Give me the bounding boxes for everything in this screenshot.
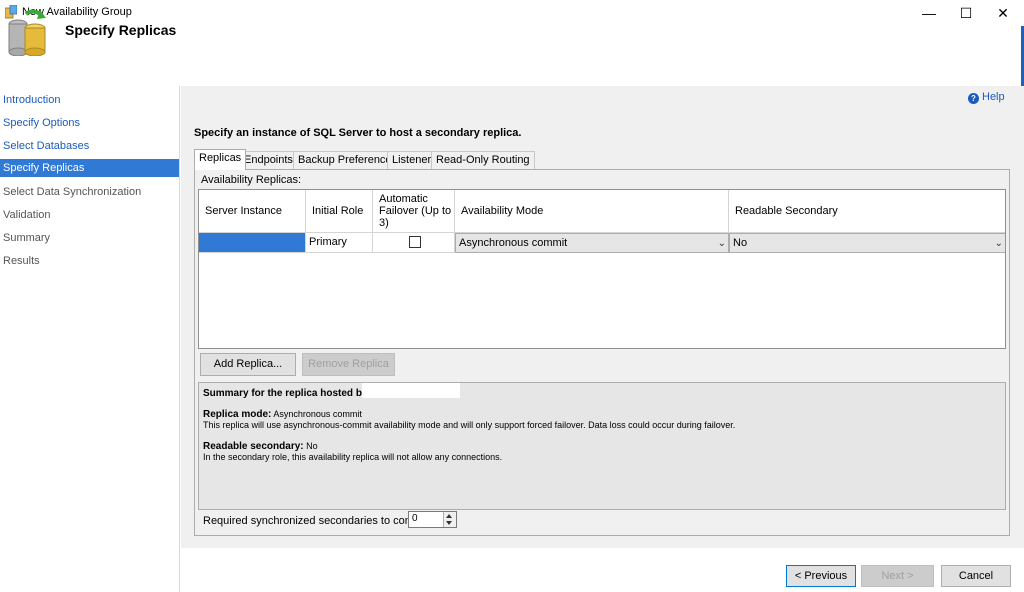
nav-item-specify-replicas[interactable]: Specify Replicas — [0, 159, 179, 177]
readable-secondary-description: In the secondary role, this availability… — [203, 452, 503, 462]
nav-item-summary: Summary — [3, 232, 51, 244]
summary-title: Summary for the replica hosted by — [203, 388, 368, 399]
instruction-text: Specify an instance of SQL Server to hos… — [194, 127, 522, 139]
required-secondaries-spinner[interactable]: 0 — [408, 511, 457, 528]
help-link[interactable]: ? Help — [968, 91, 1005, 104]
tab-read-only-routing[interactable]: Read-Only Routing — [431, 151, 535, 169]
nav-item-select-data-sync: Select Data Synchronization — [3, 186, 142, 198]
replica-summary-panel: Summary for the replica hosted by Replic… — [198, 382, 1006, 510]
redacted-host-name — [362, 383, 460, 398]
readable-secondary-label: Readable secondary: — [203, 441, 304, 452]
automatic-failover-checkbox[interactable] — [409, 236, 421, 248]
add-replica-button[interactable]: Add Replica... — [200, 353, 296, 376]
required-secondaries-label: Required synchronized secondaries to com… — [203, 515, 429, 527]
availability-mode-combo[interactable]: Asynchronous commit ⌄ — [455, 233, 729, 253]
availability-replicas-label: Availability Replicas: — [201, 174, 302, 186]
replica-mode-value: Asynchronous commit — [273, 409, 362, 419]
previous-button[interactable]: < Previous — [786, 565, 856, 587]
nav-item-specify-options[interactable]: Specify Options — [0, 114, 179, 132]
replicas-grid[interactable]: Server Instance Initial Role Automatic F… — [198, 189, 1006, 349]
nav-item-select-databases[interactable]: Select Databases — [0, 137, 179, 155]
help-circle-icon: ? — [968, 93, 979, 104]
nav-item-validation: Validation — [3, 209, 51, 221]
spin-down-icon[interactable] — [446, 521, 452, 525]
database-group-icon — [8, 9, 46, 56]
next-button[interactable]: Next > — [861, 565, 934, 587]
nav-item-introduction[interactable]: Introduction — [0, 91, 179, 109]
tab-endpoints[interactable]: Endpoints — [239, 151, 298, 169]
cell-initial-role[interactable]: Primary — [306, 233, 373, 253]
spin-up-icon[interactable] — [446, 514, 452, 518]
cancel-button[interactable]: Cancel — [941, 565, 1011, 587]
col-header-automatic-failover[interactable]: Automatic Failover (Up to 3) — [373, 190, 455, 233]
help-label: Help — [982, 91, 1005, 103]
page-title: Specify Replicas — [65, 22, 177, 38]
chevron-down-icon[interactable]: ⌄ — [995, 234, 1003, 253]
minimize-button[interactable]: — — [911, 0, 947, 26]
nav-item-results: Results — [3, 255, 40, 267]
tab-replicas[interactable]: Replicas — [194, 149, 247, 170]
maximize-button[interactable]: ☐ — [948, 0, 984, 26]
availability-mode-value: Asynchronous commit — [459, 237, 568, 249]
required-secondaries-value[interactable]: 0 — [412, 513, 418, 524]
cell-automatic-failover[interactable] — [373, 233, 455, 253]
col-header-readable-secondary[interactable]: Readable Secondary — [729, 190, 1005, 233]
readable-secondary-value: No — [733, 237, 748, 249]
col-header-initial-role[interactable]: Initial Role — [306, 190, 373, 233]
tab-backup-preferences[interactable]: Backup Preferences — [293, 151, 403, 169]
replica-mode-description: This replica will use asynchronous-commi… — [203, 420, 736, 430]
tab-listener[interactable]: Listener — [387, 151, 437, 169]
close-button[interactable]: ✕ — [985, 0, 1021, 26]
remove-replica-button[interactable]: Remove Replica — [302, 353, 395, 376]
wizard-nav: Introduction Specify Options Select Data… — [0, 86, 180, 592]
col-header-server-instance[interactable]: Server Instance — [199, 190, 306, 233]
readable-secondary-combo[interactable]: No ⌄ — [729, 233, 1005, 253]
readable-secondary-summary-value: No — [306, 441, 318, 451]
spinner-buttons[interactable] — [443, 512, 456, 527]
cell-server-instance[interactable] — [199, 233, 306, 253]
replica-mode-label: Replica mode: — [203, 409, 272, 420]
col-header-availability-mode[interactable]: Availability Mode — [455, 190, 729, 233]
chevron-down-icon[interactable]: ⌄ — [718, 234, 726, 253]
